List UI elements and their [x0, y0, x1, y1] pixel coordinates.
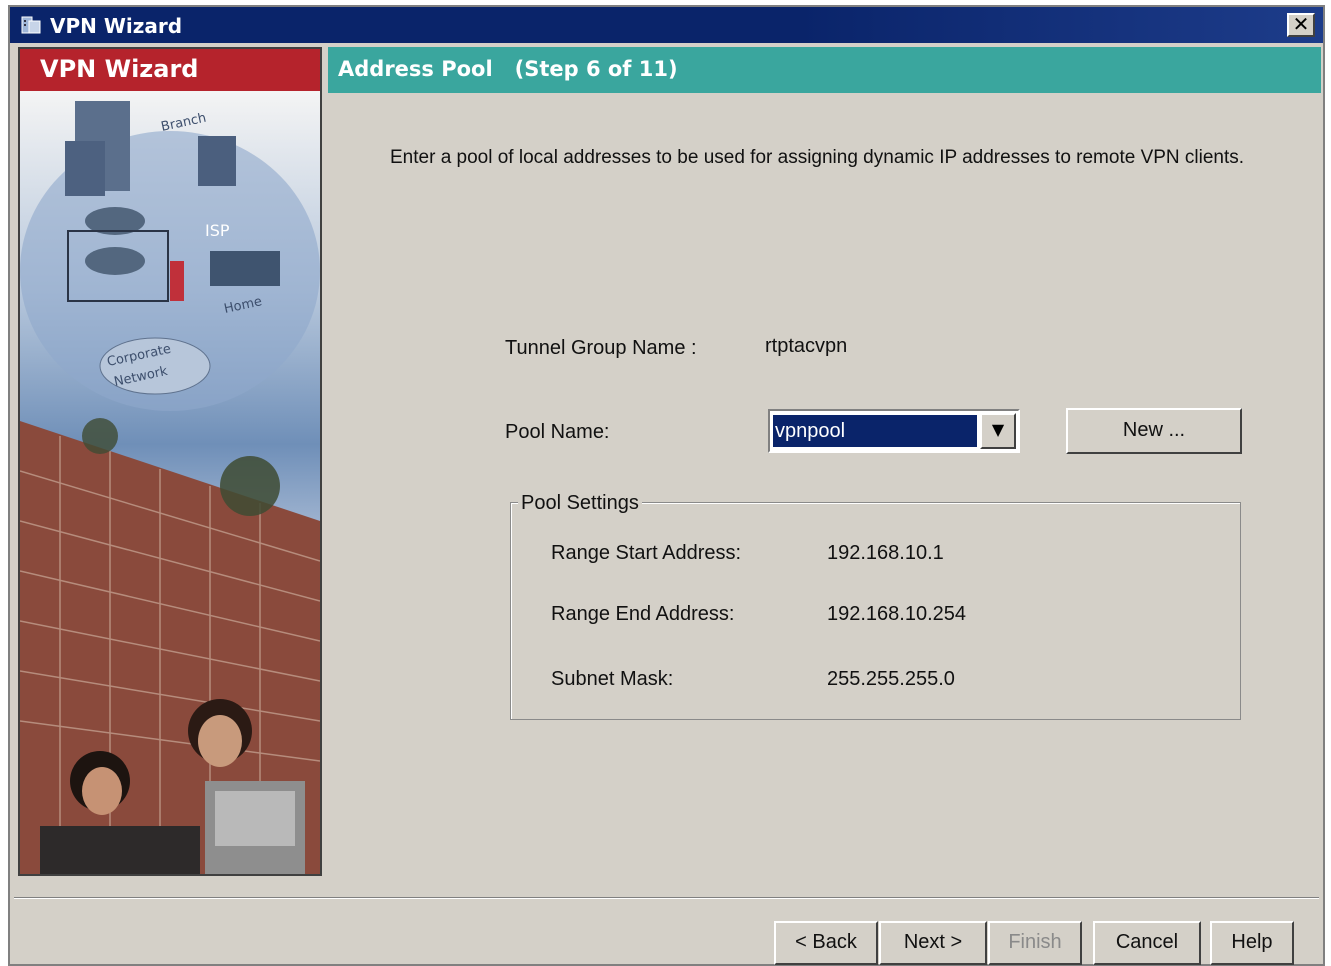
close-button[interactable]: ✕ — [1287, 13, 1315, 37]
pool-settings-legend: Pool Settings — [518, 492, 642, 515]
app-icon — [21, 16, 41, 34]
wizard-side-panel: VPN Wizard Branch ISP Home Corporate Net… — [18, 47, 322, 876]
step-title: Address Pool (Step 6 of 11) — [338, 57, 678, 81]
pool-name-label: Pool Name: — [505, 421, 610, 443]
vpn-wizard-window: VPN Wizard ✕ VPN Wizard Branch ISP Home … — [8, 5, 1325, 966]
close-icon: ✕ — [1292, 12, 1310, 36]
instructions-text: Enter a pool of local addresses to be us… — [390, 147, 1245, 168]
subnet-mask-label: Subnet Mask: — [551, 668, 674, 690]
range-start-value: 192.168.10.1 — [827, 542, 944, 564]
pool-name-selected-value[interactable]: vpnpool — [773, 415, 977, 447]
tunnel-group-label: Tunnel Group Name : — [505, 337, 697, 359]
finish-button[interactable]: Finish — [988, 921, 1082, 965]
dropdown-arrow-button[interactable]: ▼ — [980, 413, 1016, 449]
network-illustration: Branch ISP Home Corporate Network — [20, 91, 320, 874]
range-end-label: Range End Address: — [551, 603, 735, 625]
range-end-value: 192.168.10.254 — [827, 603, 967, 625]
window-title: VPN Wizard — [50, 14, 183, 38]
side-panel-title: VPN Wizard — [40, 55, 199, 83]
help-button[interactable]: Help — [1210, 921, 1294, 965]
chevron-down-icon: ▼ — [991, 420, 1005, 439]
step-header: Address Pool (Step 6 of 11) — [328, 47, 1321, 93]
tunnel-group-value: rtptacvpn — [765, 335, 848, 357]
new-pool-button[interactable]: New ... — [1066, 408, 1242, 454]
isp-label: ISP — [205, 221, 230, 240]
side-panel-header: VPN Wizard — [20, 49, 320, 91]
next-button[interactable]: Next > — [879, 921, 987, 965]
cancel-button[interactable]: Cancel — [1093, 921, 1201, 965]
footer-separator — [14, 897, 1319, 899]
range-start-label: Range Start Address: — [551, 542, 742, 564]
subnet-mask-value: 255.255.255.0 — [827, 668, 955, 690]
title-bar[interactable]: VPN Wizard ✕ — [10, 7, 1323, 43]
back-button[interactable]: < Back — [774, 921, 878, 965]
pool-name-select[interactable]: vpnpool ▼ — [768, 409, 1020, 453]
